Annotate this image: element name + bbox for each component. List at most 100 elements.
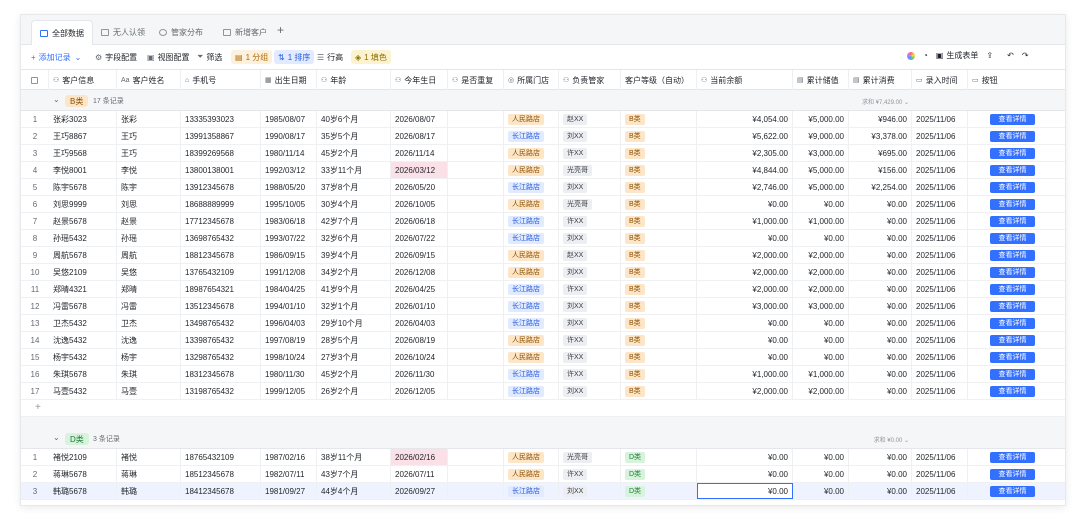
cell-current-balance[interactable]: ¥5,622.00 xyxy=(697,128,793,144)
group-sum-label[interactable]: 求和 ¥0.00 ⌄ xyxy=(874,435,909,444)
cell-total-spent[interactable]: ¥0.00 xyxy=(849,349,912,365)
cell-total-deposit[interactable]: ¥0.00 xyxy=(793,449,849,465)
sort-button[interactable]: ⇅ 1 排序 xyxy=(274,50,315,64)
cell-is-duplicate[interactable] xyxy=(448,111,504,127)
cell-action-button[interactable]: 查看详情 xyxy=(968,349,1065,365)
column-header-manager[interactable]: ⚇ 负责管家 xyxy=(559,70,621,90)
table-row[interactable]: 10 吴悠2109 吴悠 13765432109 1991/12/08 34岁2个月 202… xyxy=(21,264,1065,281)
cell-entry-time[interactable]: 2025/11/06 xyxy=(912,230,968,246)
cell-action-button[interactable]: 查看详情 xyxy=(968,196,1065,212)
cell-customer-level[interactable]: B类 xyxy=(621,111,697,127)
cell-entry-time[interactable]: 2025/11/06 xyxy=(912,162,968,178)
cell-store[interactable]: 人民路店 xyxy=(504,332,559,348)
cell-customer-info[interactable]: 朱琪5678 xyxy=(49,366,117,382)
cell-total-spent[interactable]: ¥0.00 xyxy=(849,230,912,246)
cell-total-spent[interactable]: ¥0.00 xyxy=(849,315,912,331)
cell-entry-time[interactable]: 2025/11/06 xyxy=(912,196,968,212)
cell-current-balance[interactable]: ¥2,746.00 xyxy=(697,179,793,195)
cell-is-duplicate[interactable] xyxy=(448,213,504,229)
cell-customer-name[interactable]: 赵景 xyxy=(117,213,181,229)
cell-current-balance[interactable]: ¥3,000.00 xyxy=(697,298,793,314)
cell-store[interactable]: 长江路店 xyxy=(504,281,559,297)
cell-customer-info[interactable]: 李悦8001 xyxy=(49,162,117,178)
cell-age[interactable]: 33岁11个月 xyxy=(317,162,391,178)
cell-phone[interactable]: 13298765432 xyxy=(181,349,261,365)
cell-customer-level[interactable]: B类 xyxy=(621,128,697,144)
cell-manager[interactable]: 刘XX xyxy=(559,264,621,280)
cell-manager[interactable]: 刘XX xyxy=(559,230,621,246)
cell-store[interactable]: 人民路店 xyxy=(504,145,559,161)
add-row-button[interactable]: + xyxy=(21,400,1065,417)
cell-customer-name[interactable]: 陈宇 xyxy=(117,179,181,195)
tab-manager-distribution[interactable]: 管家分布 xyxy=(151,20,211,45)
select-all-checkbox[interactable] xyxy=(21,70,49,90)
cell-age[interactable]: 41岁9个月 xyxy=(317,281,391,297)
cell-customer-name[interactable]: 褚悦 xyxy=(117,449,181,465)
cell-birth-date[interactable]: 1990/08/17 xyxy=(261,128,317,144)
cell-customer-name[interactable]: 韩璐 xyxy=(117,483,181,499)
cell-birthday-this-year[interactable]: 2026/09/27 xyxy=(391,483,448,499)
cell-entry-time[interactable]: 2025/11/06 xyxy=(912,281,968,297)
cell-manager[interactable]: 光亮哥 xyxy=(559,196,621,212)
cell-entry-time[interactable]: 2025/11/06 xyxy=(912,128,968,144)
cell-total-spent[interactable]: ¥0.00 xyxy=(849,366,912,382)
cell-customer-name[interactable]: 孙瑶 xyxy=(117,230,181,246)
column-header-customer-name[interactable]: Aa 客户姓名 xyxy=(117,70,181,90)
cell-total-spent[interactable]: ¥0.00 xyxy=(849,449,912,465)
cell-birth-date[interactable]: 1993/07/22 xyxy=(261,230,317,246)
cell-store[interactable]: 长江路店 xyxy=(504,483,559,499)
cell-entry-time[interactable]: 2025/11/06 xyxy=(912,483,968,499)
cell-birthday-this-year[interactable]: 2026/08/17 xyxy=(391,128,448,144)
cell-customer-level[interactable]: B类 xyxy=(621,281,697,297)
cell-birthday-this-year[interactable]: 2026/04/25 xyxy=(391,281,448,297)
group-header[interactable]: ⌄ B类 17 条记录 求和 ¥7,429.00 ⌄ xyxy=(21,91,1065,111)
cell-age[interactable]: 44岁4个月 xyxy=(317,483,391,499)
cell-action-button[interactable]: 查看详情 xyxy=(968,483,1065,499)
cell-manager[interactable]: 许XX xyxy=(559,145,621,161)
cell-store[interactable]: 长江路店 xyxy=(504,179,559,195)
cell-total-deposit[interactable]: ¥2,000.00 xyxy=(793,281,849,297)
cell-customer-info[interactable]: 孙瑶5432 xyxy=(49,230,117,246)
cell-total-spent[interactable]: ¥0.00 xyxy=(849,247,912,263)
cell-action-button[interactable]: 查看详情 xyxy=(968,332,1065,348)
cell-customer-level[interactable]: B类 xyxy=(621,162,697,178)
table-row[interactable]: 15 杨宇5432 杨宇 13298765432 1998/10/24 27岁3个月 202… xyxy=(21,349,1065,366)
cell-total-spent[interactable]: ¥0.00 xyxy=(849,298,912,314)
cell-current-balance[interactable]: ¥0.00 xyxy=(697,466,793,482)
group-button[interactable]: ▤ 1 分组 xyxy=(231,50,273,64)
cell-customer-level[interactable]: D类 xyxy=(621,449,697,465)
view-details-button[interactable]: 查看详情 xyxy=(990,232,1035,244)
cell-birthday-this-year[interactable]: 2026/06/18 xyxy=(391,213,448,229)
column-header-phone[interactable]: ⌂ 手机号 xyxy=(181,70,261,90)
share-icon[interactable]: ⇪ xyxy=(986,51,993,60)
cell-age[interactable]: 42岁7个月 xyxy=(317,213,391,229)
cell-customer-name[interactable]: 王巧 xyxy=(117,128,181,144)
cell-entry-time[interactable]: 2025/11/06 xyxy=(912,179,968,195)
cell-customer-level[interactable]: B类 xyxy=(621,264,697,280)
cell-customer-name[interactable]: 马壹 xyxy=(117,383,181,399)
cell-age[interactable]: 39岁4个月 xyxy=(317,247,391,263)
view-details-button[interactable]: 查看详情 xyxy=(990,147,1035,159)
cell-is-duplicate[interactable] xyxy=(448,449,504,465)
cell-is-duplicate[interactable] xyxy=(448,179,504,195)
column-header-customer-info[interactable]: ⚇ 客户信息 xyxy=(49,70,117,90)
cell-total-deposit[interactable]: ¥5,000.00 xyxy=(793,111,849,127)
cell-birth-date[interactable]: 1981/09/27 xyxy=(261,483,317,499)
column-header-total-deposit[interactable]: ▤ 累计储值 xyxy=(793,70,849,90)
cell-customer-name[interactable]: 周航 xyxy=(117,247,181,263)
cell-current-balance[interactable]: ¥4,844.00 xyxy=(697,162,793,178)
cell-phone[interactable]: 13765432109 xyxy=(181,264,261,280)
cell-manager[interactable]: 刘XX xyxy=(559,298,621,314)
cell-customer-level[interactable]: D类 xyxy=(621,483,697,499)
cell-total-deposit[interactable]: ¥1,000.00 xyxy=(793,213,849,229)
group-header[interactable]: ⌄ D类 3 条记录 求和 ¥0.00 ⌄ xyxy=(21,429,1065,449)
cell-birthday-this-year[interactable]: 2026/10/05 xyxy=(391,196,448,212)
cell-birthday-this-year[interactable]: 2026/10/24 xyxy=(391,349,448,365)
cell-is-duplicate[interactable] xyxy=(448,483,504,499)
cell-action-button[interactable]: 查看详情 xyxy=(968,466,1065,482)
cell-phone[interactable]: 17712345678 xyxy=(181,213,261,229)
cell-is-duplicate[interactable] xyxy=(448,247,504,263)
cell-birth-date[interactable]: 1988/05/20 xyxy=(261,179,317,195)
tab-unclaimed[interactable]: 无人认领 xyxy=(93,20,153,45)
cell-entry-time[interactable]: 2025/11/06 xyxy=(912,383,968,399)
